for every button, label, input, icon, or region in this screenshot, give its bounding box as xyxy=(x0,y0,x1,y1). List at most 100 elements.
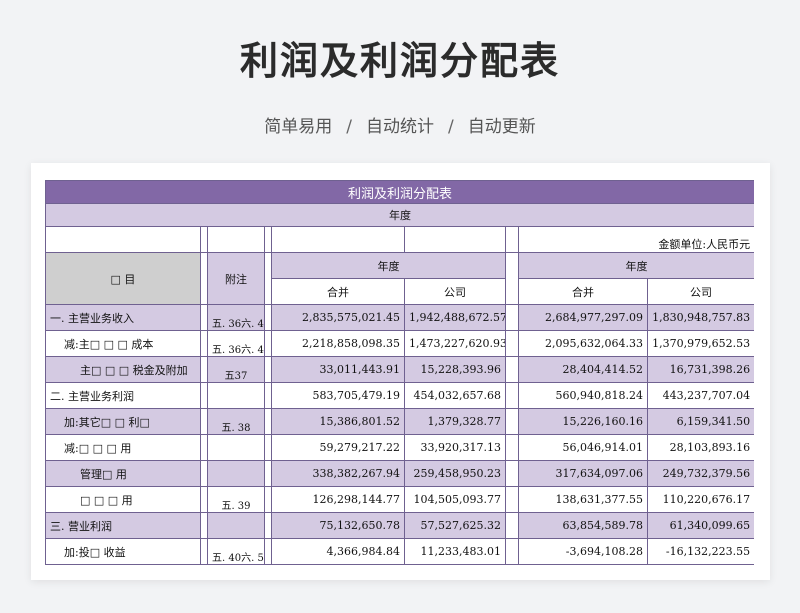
row-value-merge-2: 317,634,097.06 xyxy=(518,460,648,487)
row-value-company-1: 454,032,657.68 xyxy=(404,382,506,409)
row-value-merge-2: 63,854,589.78 xyxy=(518,512,648,539)
blank-cell xyxy=(200,434,208,461)
table-row: 加:其它□ □ 利□ 五. 38 15,386,801.52 1,379,328.77… xyxy=(45,408,754,435)
blank-cell xyxy=(264,434,272,461)
blank-cell xyxy=(200,538,208,565)
blank-cell xyxy=(505,486,519,513)
header-item: □ 目 xyxy=(45,252,201,305)
row-value-merge-2: 560,940,818.24 xyxy=(518,382,648,409)
row-value-merge-2: 2,095,632,064.33 xyxy=(518,330,648,357)
blank-cell xyxy=(264,226,272,253)
row-value-merge-1: 338,382,267.94 xyxy=(271,460,405,487)
row-note xyxy=(207,460,265,487)
blank-cell xyxy=(264,382,272,409)
blank-cell xyxy=(264,252,272,305)
row-value-company-2: -16,132,223.55 xyxy=(646,538,754,565)
row-value-merge-1: 126,298,144.77 xyxy=(271,486,405,513)
blank-cell xyxy=(264,538,272,565)
row-value-company-1: 1,379,328.77 xyxy=(404,408,506,435)
row-item: 二. 主营业务利润 xyxy=(45,382,201,409)
blank-cell xyxy=(200,382,208,409)
header-merge-1: 合并 xyxy=(271,278,405,305)
row-note: 五. 36六. 4 xyxy=(207,304,265,331)
blank-cell xyxy=(45,226,201,253)
blank-cell xyxy=(505,460,519,487)
header-year-group-1: 年度 xyxy=(271,252,506,279)
row-value-company-1: 57,527,625.32 xyxy=(404,512,506,539)
blank-cell xyxy=(264,512,272,539)
blank-cell xyxy=(271,226,405,253)
row-value-merge-2: -3,694,108.28 xyxy=(518,538,648,565)
row-note: 五. 36六. 4 xyxy=(207,330,265,357)
table-row: □ □ □ 用五. 39 126,298,144.77 104,505,093.77… xyxy=(45,486,754,513)
row-value-company-1: 1,942,488,672.57 xyxy=(404,304,506,331)
blank-cell xyxy=(207,226,265,253)
blank-cell xyxy=(264,460,272,487)
blank-cell xyxy=(505,408,519,435)
row-note: 五37 xyxy=(207,356,265,383)
header-company-2: 公司 xyxy=(646,278,754,305)
row-value-merge-1: 2,835,575,021.45 xyxy=(271,304,405,331)
row-item: □ □ □ 用 xyxy=(45,486,201,513)
blank-cell xyxy=(264,304,272,331)
row-value-merge-1: 2,218,858,098.35 xyxy=(271,330,405,357)
row-item: 管理□ 用 xyxy=(45,460,201,487)
blank-cell xyxy=(505,304,519,331)
row-value-merge-2: 138,631,377.55 xyxy=(518,486,648,513)
row-value-merge-1: 15,386,801.52 xyxy=(271,408,405,435)
spreadsheet-card: 利润及利润分配表 年度 金额单位:人民币元 □ 目 附注 年度 年度 合并 公司… xyxy=(31,163,770,580)
table-row: 加:投□ 收益 五. 40六. 5 4,366,984.84 11,233,483.0… xyxy=(45,538,754,565)
row-note: 五. 40六. 5 xyxy=(207,538,265,565)
row-value-company-1: 1,473,227,620.93 xyxy=(404,330,506,357)
blank-cell xyxy=(200,486,208,513)
row-item: 减:□ □ □ 用 xyxy=(45,434,201,461)
blank-cell xyxy=(200,252,208,305)
row-value-merge-2: 2,684,977,297.09 xyxy=(518,304,648,331)
row-value-merge-1: 4,366,984.84 xyxy=(271,538,405,565)
header-merge-2: 合并 xyxy=(518,278,648,305)
row-value-merge-2: 56,046,914.01 xyxy=(518,434,648,461)
blank-cell xyxy=(200,460,208,487)
blank-cell xyxy=(505,226,519,253)
blank-cell xyxy=(505,512,519,539)
year-row: 年度 xyxy=(45,203,754,227)
subtitle-item-auto-update: 自动更新 xyxy=(467,117,536,137)
blank-cell xyxy=(200,408,208,435)
row-item: 加:其它□ □ 利□ xyxy=(45,408,201,435)
row-item: 三. 营业利润 xyxy=(45,512,201,539)
blank-cell xyxy=(505,330,519,357)
profit-table: 利润及利润分配表 年度 金额单位:人民币元 □ 目 附注 年度 年度 合并 公司… xyxy=(45,180,754,565)
row-value-company-2: 61,340,099.65 xyxy=(646,512,754,539)
row-value-company-2: 16,731,398.26 xyxy=(646,356,754,383)
subtitle: 简单易用 / 自动统计 / 自动更新 xyxy=(0,112,800,137)
row-value-merge-1: 33,011,443.91 xyxy=(271,356,405,383)
row-value-company-1: 15,228,393.96 xyxy=(404,356,506,383)
row-value-company-1: 11,233,483.01 xyxy=(404,538,506,565)
row-note: 五. 39 xyxy=(207,486,265,513)
header-company-1: 公司 xyxy=(404,278,506,305)
row-value-company-2: 6,159,341.50 xyxy=(646,408,754,435)
row-note xyxy=(207,434,265,461)
blank-cell xyxy=(264,486,272,513)
page-title: 利润及利润分配表 xyxy=(239,39,560,83)
row-value-merge-2: 28,404,414.52 xyxy=(518,356,648,383)
blank-cell xyxy=(200,512,208,539)
subtitle-item-auto-stat: 自动统计 xyxy=(366,117,434,137)
table-banner: 利润及利润分配表 xyxy=(45,180,754,204)
row-value-company-1: 259,458,950.23 xyxy=(404,460,506,487)
row-value-company-2: 1,830,948,757.83 xyxy=(646,304,754,331)
header-year-group-2: 年度 xyxy=(517,252,754,279)
row-value-merge-1: 59,279,217.22 xyxy=(271,434,405,461)
spreadsheet: 利润及利润分配表 年度 金额单位:人民币元 □ 目 附注 年度 年度 合并 公司… xyxy=(45,180,754,580)
row-item: 一. 主营业务收入 xyxy=(45,304,201,331)
blank-cell xyxy=(200,304,208,331)
blank-cell xyxy=(505,356,519,383)
row-item: 主□ □ □ 税金及附加 xyxy=(45,356,201,383)
row-item: 减:主□ □ □ 成本 xyxy=(45,330,201,357)
blank-cell xyxy=(264,408,272,435)
blank-cell xyxy=(505,252,519,305)
row-value-company-2: 28,103,893.16 xyxy=(646,434,754,461)
unit-note: 金额单位:人民币元 xyxy=(517,226,754,253)
table-row: 减:主□ □ □ 成本 五. 36六. 4 2,218,858,098.35 1,47… xyxy=(45,330,754,357)
blank-cell xyxy=(200,356,208,383)
